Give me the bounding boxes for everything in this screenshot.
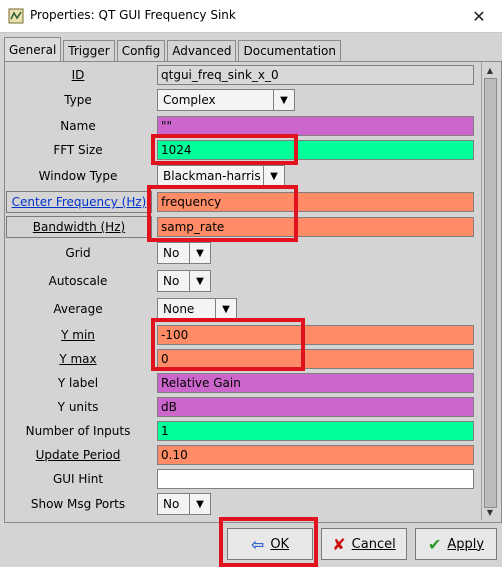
yunits-field[interactable]: dB bbox=[157, 397, 474, 417]
param-label-autoscale: Autoscale bbox=[48, 274, 108, 288]
param-label-fft-size: FFT Size bbox=[53, 143, 103, 157]
param-label-yunits: Y units bbox=[57, 400, 99, 414]
param-row-window-type: Window Type Blackman-harris ▼ bbox=[6, 165, 484, 187]
param-label-grid: Grid bbox=[65, 246, 91, 260]
param-label-update-period: Update Period bbox=[35, 448, 121, 462]
param-row-ymax: Y max 0 bbox=[6, 348, 484, 370]
param-label-center-frequency: Center Frequency (Hz) bbox=[6, 191, 152, 213]
param-row-id: ID qtgui_freq_sink_x_0 bbox=[6, 64, 484, 86]
average-combo[interactable]: None ▼ bbox=[157, 298, 237, 320]
ymin-field[interactable]: -100 bbox=[157, 325, 474, 345]
autoscale-combo[interactable]: No ▼ bbox=[157, 270, 211, 292]
window-type-combo[interactable]: Blackman-harris ▼ bbox=[157, 165, 285, 187]
param-label-ymin: Y min bbox=[61, 328, 95, 342]
ymax-field[interactable]: 0 bbox=[157, 349, 474, 369]
grid-combo[interactable]: No ▼ bbox=[157, 242, 211, 264]
tab-trigger[interactable]: Trigger bbox=[63, 40, 115, 61]
param-label-show-msg-ports: Show Msg Ports bbox=[30, 497, 126, 511]
fft-size-field[interactable]: 1024 bbox=[157, 140, 474, 160]
param-row-average: Average None ▼ bbox=[6, 298, 484, 320]
param-row-type: Type Complex ▼ bbox=[6, 89, 484, 111]
autoscale-combo-value: No bbox=[163, 274, 180, 288]
num-inputs-field[interactable]: 1 bbox=[157, 421, 474, 441]
param-label-num-inputs: Number of Inputs bbox=[25, 424, 131, 438]
param-row-bandwidth: Bandwidth (Hz) samp_rate bbox=[6, 216, 484, 238]
scrollbar-thumb[interactable] bbox=[484, 78, 497, 508]
param-row-name: Name "" bbox=[6, 115, 484, 137]
param-row-grid: Grid No ▼ bbox=[6, 242, 484, 264]
cancel-button[interactable]: ✘ Cancel bbox=[321, 528, 407, 560]
type-combo[interactable]: Complex ▼ bbox=[157, 89, 295, 111]
gui-hint-field[interactable] bbox=[157, 469, 474, 489]
scroll-up-icon[interactable]: ▲ bbox=[482, 63, 498, 77]
cancel-icon: ✘ bbox=[332, 534, 346, 554]
param-row-show-msg-ports: Show Msg Ports No ▼ bbox=[6, 493, 484, 515]
parameters-area: ID qtgui_freq_sink_x_0 Type Complex ▼ Na… bbox=[6, 62, 484, 520]
scroll-down-icon[interactable]: ▼ bbox=[482, 505, 498, 519]
param-row-ylabel: Y label Relative Gain bbox=[6, 372, 484, 394]
id-field[interactable]: qtgui_freq_sink_x_0 bbox=[157, 65, 474, 85]
param-label-bandwidth: Bandwidth (Hz) bbox=[6, 216, 152, 238]
param-row-ymin: Y min -100 bbox=[6, 324, 484, 346]
tab-advanced[interactable]: Advanced bbox=[167, 40, 237, 61]
chevron-down-icon: ▼ bbox=[263, 166, 284, 186]
tab-bar: General Trigger Config Advanced Document… bbox=[4, 37, 343, 61]
param-label-type: Type bbox=[64, 93, 92, 107]
window-title: Properties: QT GUI Frequency Sink bbox=[30, 8, 236, 22]
param-label-id: ID bbox=[71, 68, 85, 82]
title-bar: Properties: QT GUI Frequency Sink ✕ bbox=[0, 0, 502, 33]
apply-button[interactable]: ✔ Apply bbox=[415, 528, 497, 560]
param-row-fft-size: FFT Size 1024 bbox=[6, 139, 484, 161]
bandwidth-field[interactable]: samp_rate bbox=[157, 217, 474, 237]
show-msg-ports-combo[interactable]: No ▼ bbox=[157, 493, 211, 515]
type-combo-value: Complex bbox=[163, 93, 216, 107]
param-row-center-frequency: Center Frequency (Hz) frequency bbox=[6, 191, 484, 213]
tab-general[interactable]: General bbox=[4, 37, 62, 61]
chevron-down-icon: ▼ bbox=[189, 271, 210, 291]
param-label-average: Average bbox=[53, 302, 103, 316]
gnuradio-properties-icon bbox=[8, 8, 24, 24]
param-label-gui-hint: GUI Hint bbox=[52, 472, 104, 486]
close-icon: ✕ bbox=[472, 6, 486, 26]
param-label-ylabel: Y label bbox=[57, 376, 99, 390]
close-button[interactable]: ✕ bbox=[456, 0, 502, 32]
param-row-num-inputs: Number of Inputs 1 bbox=[6, 420, 484, 442]
vertical-scrollbar[interactable]: ▲ ▼ bbox=[481, 62, 498, 520]
chevron-down-icon: ▼ bbox=[189, 243, 210, 263]
param-label-window-type: Window Type bbox=[38, 169, 118, 183]
grid-combo-value: No bbox=[163, 246, 180, 260]
ylabel-field[interactable]: Relative Gain bbox=[157, 373, 474, 393]
window-type-combo-value: Blackman-harris bbox=[163, 169, 261, 183]
name-field[interactable]: "" bbox=[157, 116, 474, 136]
average-combo-value: None bbox=[163, 302, 195, 316]
center-frequency-field[interactable]: frequency bbox=[157, 192, 474, 212]
cancel-button-label: Cancel bbox=[351, 536, 396, 552]
param-label-ymax: Y max bbox=[59, 352, 97, 366]
tab-config[interactable]: Config bbox=[116, 40, 166, 61]
ok-button[interactable]: ⇦ OK bbox=[227, 528, 313, 560]
show-msg-ports-combo-value: No bbox=[163, 497, 180, 511]
chevron-down-icon: ▼ bbox=[273, 90, 294, 110]
param-row-yunits: Y units dB bbox=[6, 396, 484, 418]
chevron-down-icon: ▼ bbox=[215, 299, 236, 319]
apply-button-label: Apply bbox=[447, 536, 485, 552]
param-label-name: Name bbox=[60, 119, 96, 133]
update-period-field[interactable]: 0.10 bbox=[157, 445, 474, 465]
param-row-autoscale: Autoscale No ▼ bbox=[6, 270, 484, 292]
param-row-gui-hint: GUI Hint bbox=[6, 468, 484, 490]
chevron-down-icon: ▼ bbox=[189, 494, 210, 514]
arrow-back-icon: ⇦ bbox=[250, 534, 265, 554]
tab-documentation[interactable]: Documentation bbox=[238, 40, 341, 61]
ok-button-label: OK bbox=[270, 536, 290, 552]
param-row-update-period: Update Period 0.10 bbox=[6, 444, 484, 466]
checkmark-icon: ✔ bbox=[427, 534, 442, 554]
